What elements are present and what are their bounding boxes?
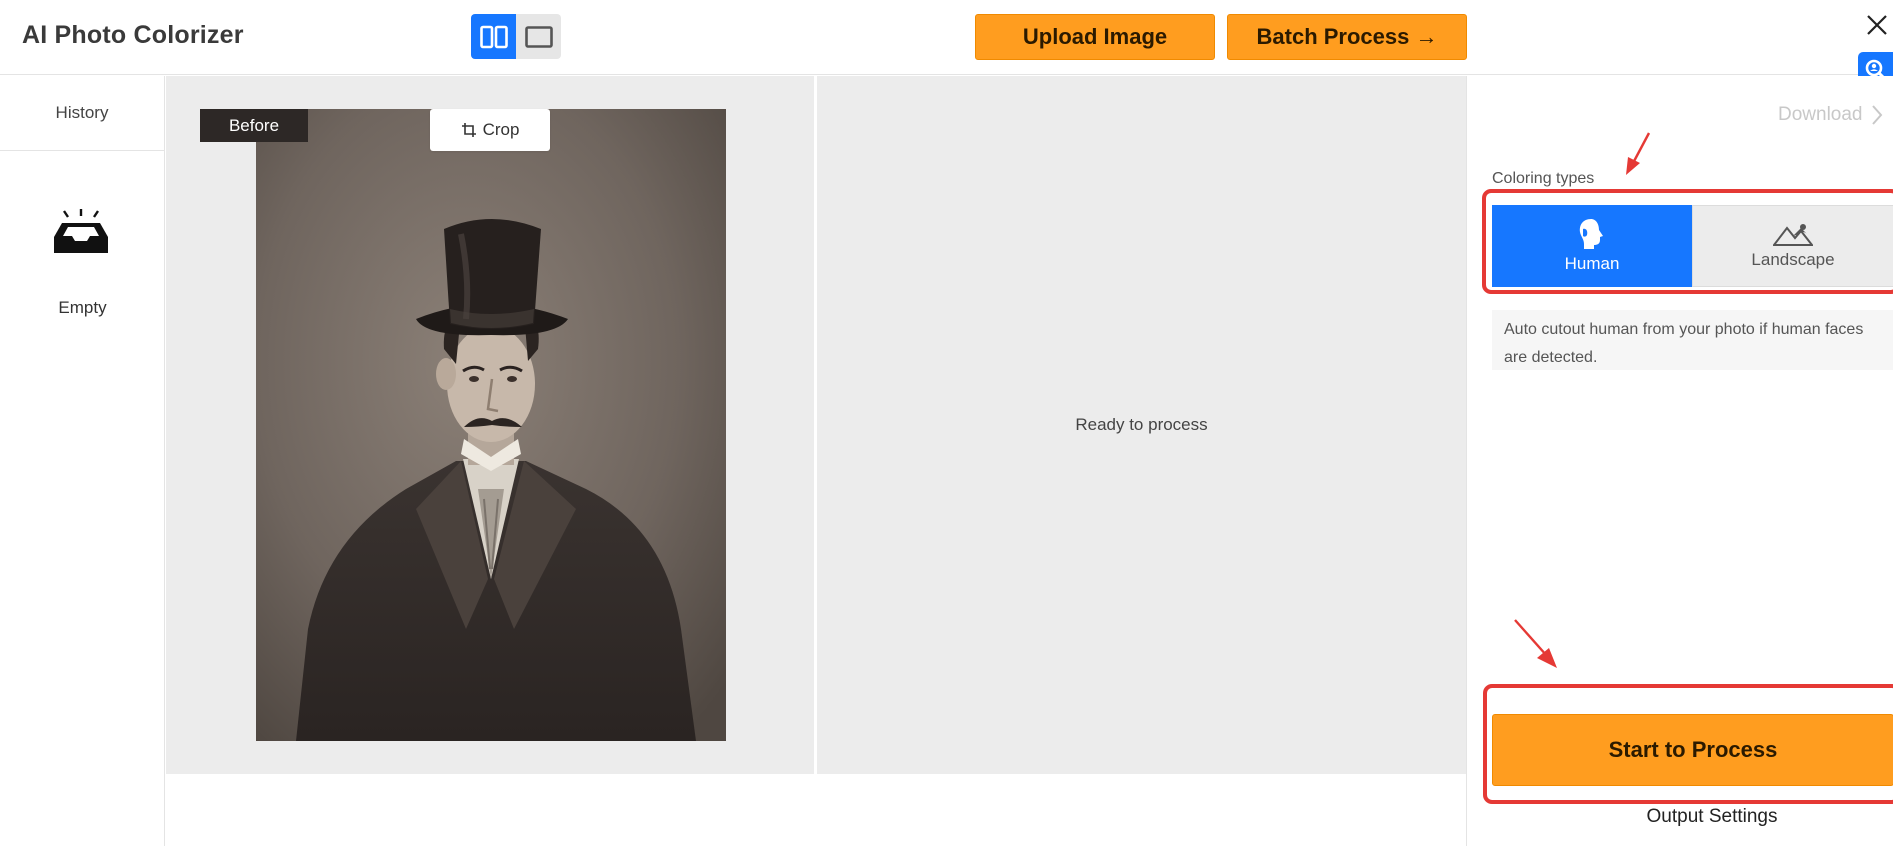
download-button[interactable]: Download	[1778, 104, 1883, 126]
red-arrow-bottom	[1514, 619, 1557, 668]
batch-process-button[interactable]: Batch Process →	[1227, 14, 1467, 60]
split-view-button[interactable]	[471, 14, 516, 59]
empty-history-label: Empty	[58, 298, 107, 317]
crop-icon	[461, 123, 476, 137]
preview-canvas: Before Crop Ready to process	[166, 76, 1466, 774]
app-title: AI Photo Colorizer	[22, 21, 244, 49]
output-settings-link[interactable]: Output Settings	[1467, 806, 1893, 828]
ready-status: Ready to process	[1075, 415, 1208, 434]
coloring-type-landscape[interactable]: Landscape	[1692, 205, 1893, 287]
view-toggle	[471, 14, 561, 59]
coloring-type-human[interactable]: Human	[1492, 205, 1692, 287]
mountain-icon	[1773, 224, 1813, 246]
upload-image-button[interactable]: Upload Image	[975, 14, 1215, 60]
start-to-process-button[interactable]: Start to Process	[1492, 714, 1893, 786]
history-tab[interactable]: History	[0, 76, 164, 151]
landscape-type-label: Landscape	[1751, 250, 1835, 269]
app-header: AI Photo Colorizer Upload Image Batch Pr…	[0, 0, 1893, 75]
coloring-type-description: Auto cutout human from your photo if hum…	[1492, 310, 1893, 370]
before-photo	[256, 109, 726, 741]
human-type-label: Human	[1564, 254, 1620, 273]
download-label: Download	[1778, 104, 1863, 125]
chevron-right-icon	[1871, 105, 1882, 125]
history-sidebar: History Empty	[0, 76, 165, 846]
crop-button[interactable]: Crop	[430, 109, 550, 151]
empty-inbox-icon	[54, 209, 108, 253]
single-view-button[interactable]	[516, 14, 561, 59]
single-view-icon	[524, 25, 553, 48]
split-view-icon	[479, 25, 508, 48]
red-arrow-top	[1626, 132, 1651, 175]
human-head-icon	[1579, 219, 1603, 249]
close-icon[interactable]	[1864, 12, 1890, 38]
coloring-types-label: Coloring types	[1492, 170, 1595, 187]
settings-panel: Download Coloring types Human Landscape …	[1466, 76, 1893, 846]
before-badge: Before	[200, 109, 308, 142]
canvas-footer-space	[166, 774, 1466, 846]
crop-label: Crop	[482, 120, 520, 139]
